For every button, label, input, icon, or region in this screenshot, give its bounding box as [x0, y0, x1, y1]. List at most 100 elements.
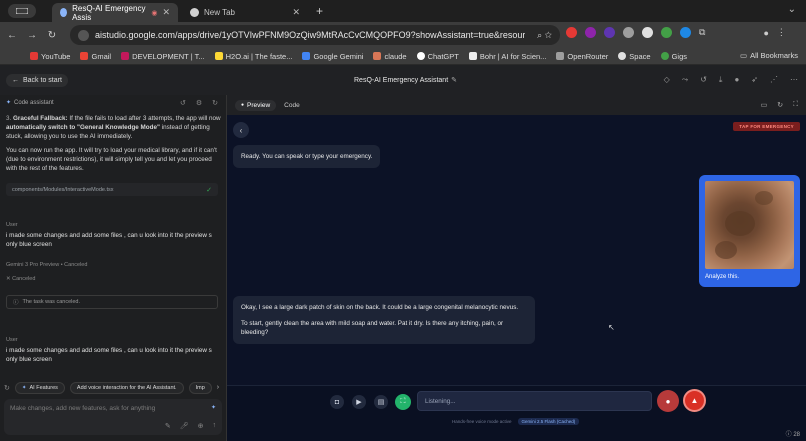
- arrow-left-icon: ←: [12, 77, 19, 84]
- forward-arrow-icon[interactable]: →: [24, 30, 40, 41]
- bookmark-bohr[interactable]: Bohr | AI for Scien...: [468, 52, 546, 61]
- chat-back-button[interactable]: ‹: [233, 122, 249, 138]
- diamond-icon[interactable]: ◇: [664, 75, 670, 85]
- settings-gear-icon[interactable]: ⚙: [196, 99, 202, 107]
- device-icon[interactable]: ▭: [761, 101, 768, 109]
- recording-icon: ◉: [151, 9, 158, 17]
- input-control-bar: ◘ ▶ ▤ ⛶ Listening... ● ▲ Hands-free voic…: [227, 385, 806, 441]
- download-icon[interactable]: ⤓: [719, 75, 723, 85]
- bookmark-gemini[interactable]: Google Gemini: [302, 52, 363, 61]
- tab-preview[interactable]: ● Preview: [235, 99, 277, 111]
- h2o-icon: [214, 52, 223, 60]
- tab-code[interactable]: Code: [284, 102, 300, 109]
- history-icon[interactable]: ↺: [700, 75, 707, 85]
- window-menu-chevron-icon[interactable]: ⌄: [788, 4, 796, 15]
- tab-search-button[interactable]: [8, 4, 36, 18]
- back-arrow-icon[interactable]: ←: [4, 30, 20, 41]
- changed-file-chip[interactable]: components/Modules/InteractiveMode.tsx ✓: [6, 183, 218, 196]
- bookmark-chatgpt[interactable]: ChatGPT: [416, 52, 459, 61]
- video-button[interactable]: ▶: [352, 395, 366, 409]
- check-circle-icon: ✓: [206, 186, 212, 194]
- edit-icon[interactable]: ✎: [165, 422, 171, 430]
- more-icon[interactable]: ⋯: [790, 75, 798, 85]
- alarm-button[interactable]: ▲: [683, 389, 706, 412]
- fullscreen-icon[interactable]: ⛶: [793, 101, 798, 109]
- tab-title: New Tab: [204, 8, 235, 17]
- chip-improve[interactable]: Imp: [188, 381, 212, 394]
- sparkle-send-icon[interactable]: ✦: [211, 404, 216, 411]
- model-status-line: Gemini 3 Pro Preview • Canceled: [6, 262, 88, 268]
- site-info-icon[interactable]: [78, 29, 89, 41]
- extension-icon[interactable]: [623, 27, 634, 38]
- extension-icon[interactable]: [642, 27, 653, 38]
- zoom-and-bookmark-icons[interactable]: ⌕ ☆: [537, 30, 552, 41]
- extension-icon[interactable]: [680, 27, 691, 38]
- footer-count-value: 28: [793, 432, 800, 438]
- camera-button[interactable]: ◘: [330, 395, 344, 409]
- edit-pencil-icon[interactable]: ✎: [451, 77, 457, 84]
- extension-icon[interactable]: [585, 27, 596, 38]
- document-button[interactable]: ▤: [374, 395, 388, 409]
- tab-close-icon[interactable]: ✕: [292, 7, 300, 18]
- chip-label: Add voice interaction for the AI Assista…: [76, 384, 177, 391]
- reload-icon[interactable]: ↻: [44, 30, 60, 41]
- chevron-right-icon[interactable]: ›: [217, 384, 219, 391]
- mic-icon[interactable]: 🎤︎: [180, 422, 189, 430]
- share-link-icon[interactable]: ⤳: [682, 75, 688, 85]
- tab-resq-ai[interactable]: ResQ-AI Emergency Assis ◉ ✕: [52, 3, 178, 22]
- camera-icon: ◘: [334, 398, 340, 406]
- development-icon: [121, 52, 130, 60]
- bookmark-openrouter[interactable]: OpenRouter: [556, 52, 608, 61]
- emergency-button[interactable]: TAP FOR EMERGENCY: [733, 122, 800, 131]
- menu-kebab-icon[interactable]: ⋮: [777, 27, 786, 38]
- deploy-rocket-icon[interactable]: ➶: [751, 75, 758, 85]
- tab-new-tab[interactable]: New Tab ✕: [182, 3, 308, 22]
- send-arrow-icon[interactable]: ↑: [213, 422, 217, 430]
- app-title-text: ResQ-AI Emergency Assistant: [354, 77, 449, 84]
- back-to-start-button[interactable]: ← Back to start: [6, 74, 68, 87]
- app-title: ResQ-AI Emergency Assistant ✎: [354, 76, 457, 84]
- refresh-icon[interactable]: ↻: [212, 99, 218, 107]
- extension-icon[interactable]: [566, 27, 577, 38]
- profile-avatar[interactable]: ●: [763, 28, 768, 38]
- listening-input[interactable]: Listening...: [417, 391, 652, 411]
- chip-ai-features[interactable]: ✦ AI Features: [14, 381, 65, 394]
- bookmark-claude[interactable]: claude: [373, 51, 407, 61]
- bookmark-h2o[interactable]: H2O.ai | The faste...: [214, 52, 292, 61]
- chip-voice-interaction[interactable]: Add voice interaction for the AI Assista…: [69, 381, 184, 394]
- tab-label: Code: [284, 101, 300, 109]
- extensions-puzzle-icon[interactable]: ⧉: [699, 27, 705, 38]
- bookmark-development[interactable]: DEVELOPMENT | T...: [121, 52, 205, 61]
- new-tab-button[interactable]: +: [316, 4, 323, 18]
- prompt-input[interactable]: Make changes, add new features, ask for …: [4, 399, 222, 435]
- file-path: components/Modules/InteractiveMode.tsx: [12, 186, 114, 193]
- address-bar[interactable]: aistudio.google.com/apps/drive/1yOTVIwPF…: [70, 25, 560, 45]
- tab-close-icon[interactable]: ✕: [162, 7, 170, 18]
- extension-icon[interactable]: [661, 27, 672, 38]
- footer-count: ⓘ 28: [786, 429, 800, 438]
- document-icon: ▤: [377, 399, 385, 406]
- bookmark-label: claude: [384, 51, 407, 61]
- info-icon: ⓘ: [13, 300, 19, 306]
- refresh-icon[interactable]: ↻: [777, 101, 783, 109]
- skin-photo: [705, 181, 794, 269]
- bookmark-gigs[interactable]: Gigs: [660, 52, 687, 61]
- github-icon[interactable]: ●: [734, 75, 739, 85]
- mic-button[interactable]: ●: [657, 390, 679, 412]
- share-icon[interactable]: ⋰: [770, 75, 778, 85]
- space-icon: [618, 52, 627, 60]
- all-bookmarks-button[interactable]: ▭ All Bookmarks: [740, 51, 798, 60]
- extension-icon[interactable]: [604, 27, 615, 38]
- add-icon[interactable]: ⊕: [198, 422, 204, 430]
- extensions-row: ⧉ ● ⋮: [566, 27, 786, 38]
- scan-button[interactable]: ⛶: [395, 394, 411, 410]
- ai-reply-line-1: Okay, I see a large dark patch of skin o…: [241, 304, 519, 311]
- back-label: Back to start: [23, 77, 62, 84]
- bookmark-space[interactable]: Space: [618, 52, 651, 61]
- url-text: aistudio.google.com/apps/drive/1yOTVIwPF…: [95, 30, 525, 40]
- refresh-suggestions-icon[interactable]: ↻: [4, 384, 10, 392]
- bookmark-gmail[interactable]: Gmail: [80, 52, 111, 61]
- user-message: i made some changes and add some files ,…: [6, 232, 212, 248]
- history-icon[interactable]: ↺: [180, 99, 186, 107]
- bookmark-youtube[interactable]: YouTube: [30, 52, 70, 61]
